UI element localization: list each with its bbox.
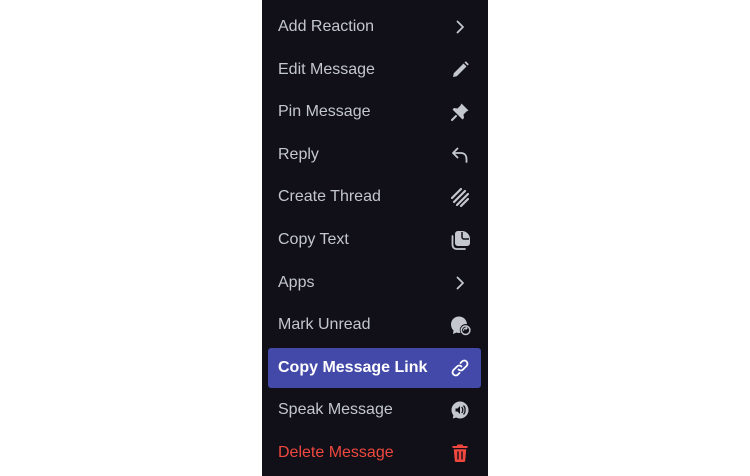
message-context-menu: Add Reaction Edit Message Pin Message Re…: [262, 0, 488, 476]
menu-item-add-reaction[interactable]: Add Reaction: [268, 7, 481, 47]
menu-item-copy-message-link[interactable]: Copy Message Link: [268, 348, 481, 388]
menu-item-label: Add Reaction: [278, 18, 375, 35]
mark-unread-icon: [449, 314, 471, 336]
speak-icon: [449, 399, 471, 421]
menu-item-label: Speak Message: [278, 401, 393, 418]
menu-item-label: Create Thread: [278, 188, 381, 205]
menu-item-edit-message[interactable]: Edit Message: [268, 50, 481, 90]
pin-icon: [449, 101, 471, 123]
menu-item-label: Apps: [278, 274, 315, 291]
menu-item-label: Mark Unread: [278, 316, 371, 333]
copy-text-icon: [449, 229, 471, 251]
menu-item-create-thread[interactable]: Create Thread: [268, 177, 481, 217]
menu-item-label: Delete Message: [278, 444, 394, 461]
menu-item-label: Pin Message: [278, 103, 371, 120]
chevron-right-icon: [449, 272, 471, 294]
chevron-right-icon: [449, 16, 471, 38]
pencil-icon: [449, 59, 471, 81]
thread-icon: [449, 186, 471, 208]
menu-item-pin-message[interactable]: Pin Message: [268, 92, 481, 132]
menu-item-copy-text[interactable]: Copy Text: [268, 220, 481, 260]
link-icon: [449, 357, 471, 379]
menu-item-label: Reply: [278, 146, 319, 163]
menu-item-mark-unread[interactable]: Mark Unread: [268, 305, 481, 345]
menu-item-reply[interactable]: Reply: [268, 135, 481, 175]
menu-item-delete-message[interactable]: Delete Message: [268, 433, 481, 473]
menu-item-speak-message[interactable]: Speak Message: [268, 390, 481, 430]
menu-item-label: Edit Message: [278, 61, 375, 78]
menu-item-label: Copy Text: [278, 231, 349, 248]
reply-arrow-icon: [449, 144, 471, 166]
trash-icon: [449, 442, 471, 464]
menu-item-label: Copy Message Link: [278, 359, 428, 376]
menu-item-apps[interactable]: Apps: [268, 263, 481, 303]
